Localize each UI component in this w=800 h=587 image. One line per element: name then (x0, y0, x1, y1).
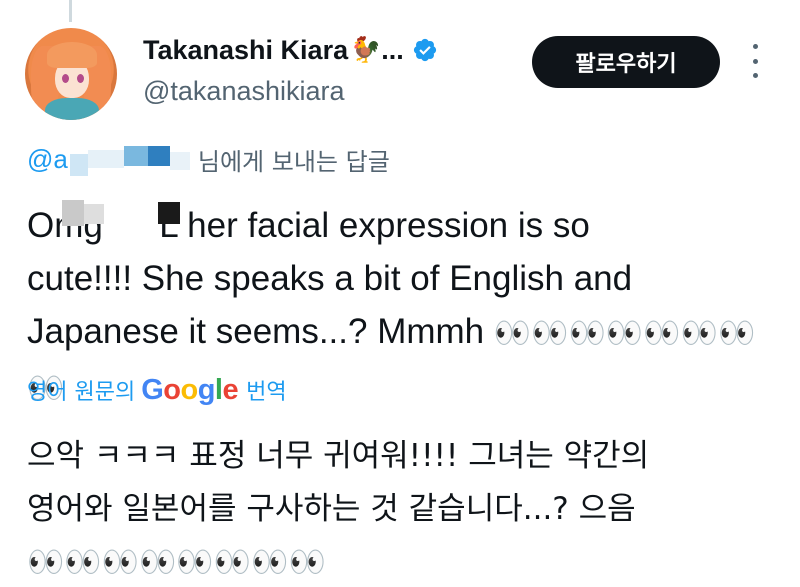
eyes-emoji: 👀👀👀👀👀👀👀👀 (27, 545, 326, 580)
translation-source-label: 영어 원문의 (27, 380, 136, 405)
tweet-line: cute!!!! She speaks a bit of English and (27, 259, 633, 298)
more-dot (752, 44, 758, 49)
avatar[interactable] (25, 28, 117, 120)
rooster-emoji: 🐓 (350, 35, 382, 64)
tweet-line-text: Japanese it seems...? Mmmh (27, 312, 494, 351)
avatar-eye-right (77, 74, 84, 83)
author-handle[interactable]: @takanashikiara (143, 76, 345, 107)
name-truncation: ... (381, 34, 404, 65)
reply-mention-at[interactable]: @ (27, 144, 53, 175)
translated-body: 으악 ㅋㅋㅋ 표정 너무 귀여워!!!! 그녀는 약간의 영어와 일본어를 구사… (27, 430, 777, 587)
reply-suffix: 님에게 보내는 답글 (197, 147, 390, 176)
translation-bar[interactable]: 영어 원문의 Google 번역 (27, 371, 287, 409)
avatar-outfit (45, 98, 99, 120)
redaction-pixel (158, 202, 180, 224)
translate-link[interactable]: 번역 (246, 374, 286, 406)
redaction-pixel (84, 204, 104, 224)
translated-line: 으악 ㅋㅋㅋ 표정 너무 귀여워!!!! 그녀는 약간의 (27, 438, 650, 474)
censored-username (69, 142, 190, 176)
avatar-bangs (47, 42, 97, 68)
verified-badge-icon[interactable] (412, 37, 438, 63)
more-options-icon[interactable] (748, 44, 762, 78)
translated-line: 영어와 일본어를 구사하는 것 같습니다...? 으음 (27, 491, 636, 527)
redaction-pixel (62, 200, 84, 226)
reply-mention-user[interactable]: a (53, 144, 67, 175)
follow-button[interactable]: 팔로우하기 (532, 36, 720, 88)
more-dot (752, 58, 758, 64)
author-name-row[interactable]: Takanashi Kiara 🐓 ... (143, 33, 438, 67)
thread-connector-line (69, 0, 72, 22)
avatar-eye-left (62, 74, 69, 83)
more-dot (752, 73, 758, 78)
redaction-mask (104, 206, 160, 240)
reply-context: @ a 님에게 보내는 답글 (27, 140, 390, 178)
display-name[interactable]: Takanashi Kiara (143, 35, 348, 66)
google-logo: Google (141, 373, 239, 406)
